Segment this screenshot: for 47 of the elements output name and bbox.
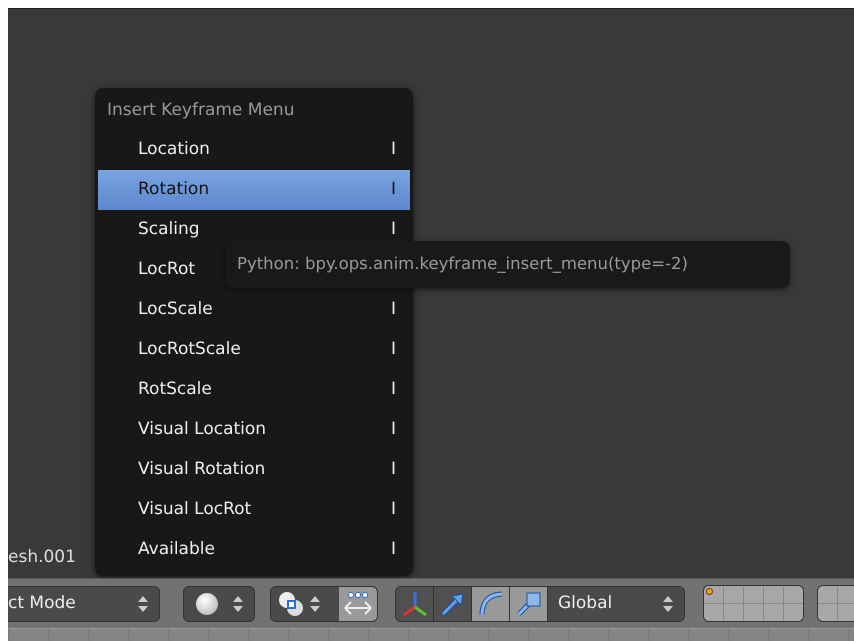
menu-title: Insert Keyframe Menu [106,99,296,122]
mode-dropdown[interactable]: ct Mode [8,586,160,622]
shortcut-label: I [390,138,396,161]
menu-item[interactable]: Visual Location I [98,410,410,450]
tooltip: Python: bpy.ops.anim.keyframe_insert_menu(type=-2) [225,241,790,288]
updown-icon [309,594,321,614]
shortcut-label: I [390,538,396,561]
shortcut-label: I [390,298,396,321]
menu-item-label: Scaling [138,218,200,241]
menu-item[interactable]: Location I [98,130,410,170]
updown-icon [137,594,149,614]
menu-item[interactable]: Visual Rotation I [98,450,410,490]
menu-item-label: Rotation [138,178,210,201]
align-toggle[interactable] [339,586,377,620]
shortcut-label: I [390,418,396,441]
updown-icon [232,594,244,614]
menu-item[interactable]: Available I [98,530,410,570]
manipulator-toggle[interactable] [396,586,434,620]
object-name: esh.001 [8,546,76,568]
shortcut-label: I [390,338,396,361]
layer-button[interactable] [704,586,723,603]
pivot-icon [277,590,305,618]
menu-item-label: Location [138,138,210,161]
menu-item[interactable]: LocScale I [98,290,410,330]
menu-item-label: LocScale [138,298,213,321]
menu-item-label: Visual LocRot [138,498,252,521]
shortcut-label: I [390,498,396,521]
translate-button[interactable] [434,586,472,620]
menu-item[interactable]: Rotation I [98,170,410,210]
scale-button[interactable] [510,586,548,620]
rotate-button[interactable] [472,586,510,620]
shortcut-label: I [390,178,396,201]
menu-item[interactable]: RotScale I [98,370,410,410]
shading-dropdown[interactable] [183,586,255,622]
menu-item[interactable]: LocRotScale I [98,330,410,370]
menu-item[interactable]: Visual LocRot I [98,490,410,530]
shortcut-label: I [390,378,396,401]
shortcut-label: I [390,458,396,481]
sphere-icon [194,590,220,616]
menu-item-label: LocRotScale [138,338,241,361]
updown-icon [662,594,674,614]
shortcut-label: I [390,218,396,241]
menu-item-label: RotScale [138,378,212,401]
menu-item-label: Available [138,538,215,561]
menu-item-label: Visual Rotation [138,458,266,481]
arrows-icon [342,590,374,618]
menu-item-label: Visual Location [138,418,266,441]
